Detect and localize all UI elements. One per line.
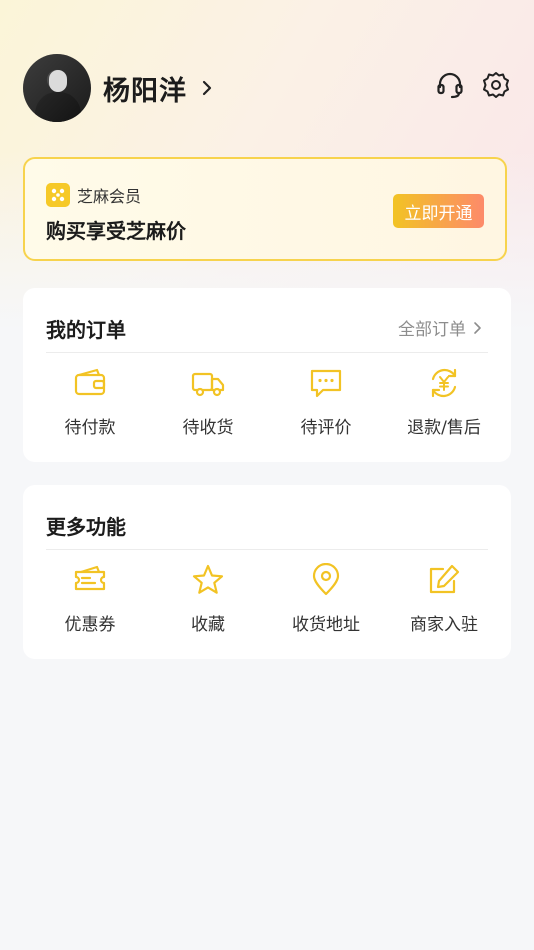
edit-icon: [429, 564, 460, 594]
headset-icon[interactable]: [435, 70, 465, 100]
refund-yen-icon: [431, 368, 457, 398]
chevron-right-icon: [474, 321, 481, 334]
zhima-label: 芝麻会员: [77, 187, 142, 206]
avatar[interactable]: [23, 54, 91, 122]
divider: [46, 352, 488, 353]
wallet-icon: [74, 368, 106, 396]
feature-item-favorites[interactable]: 收藏: [149, 563, 267, 635]
orders-title: 我的订单: [46, 318, 126, 342]
comment-icon: [310, 369, 342, 398]
profile-header[interactable]: 杨阳洋: [23, 54, 217, 122]
order-item-pending-payment[interactable]: 待付款: [31, 366, 149, 438]
divider: [46, 549, 488, 550]
truck-icon: [191, 372, 225, 397]
order-item-pending-review[interactable]: 待评价: [267, 366, 385, 438]
zhima-membership-card[interactable]: 芝麻会员 购买享受芝麻价 立即开通: [23, 157, 507, 261]
zhima-logo-icon: [46, 183, 70, 207]
settings-gear-icon[interactable]: [481, 70, 511, 100]
more-title: 更多功能: [46, 515, 126, 539]
orders-card: 我的订单 全部订单 待付款 待收货 待评价 退款/售后: [23, 288, 511, 462]
chevron-right-icon[interactable]: [197, 78, 217, 98]
feature-item-address[interactable]: 收货地址: [267, 563, 385, 635]
order-item-pending-receipt[interactable]: 待收货: [149, 366, 267, 438]
coupon-icon: [74, 565, 106, 591]
feature-item-coupon[interactable]: 优惠券: [31, 563, 149, 635]
location-pin-icon: [312, 563, 340, 596]
username[interactable]: 杨阳洋: [103, 69, 187, 108]
zhima-title: 购买享受芝麻价: [46, 219, 186, 243]
feature-item-merchant[interactable]: 商家入驻: [385, 563, 503, 635]
all-orders-link[interactable]: 全部订单: [398, 315, 485, 340]
order-item-refund[interactable]: 退款/售后: [385, 366, 503, 438]
more-features-card: 更多功能 优惠券 收藏 收货地址 商家入驻: [23, 485, 511, 659]
star-icon: [192, 564, 224, 594]
activate-button[interactable]: 立即开通: [393, 194, 484, 228]
